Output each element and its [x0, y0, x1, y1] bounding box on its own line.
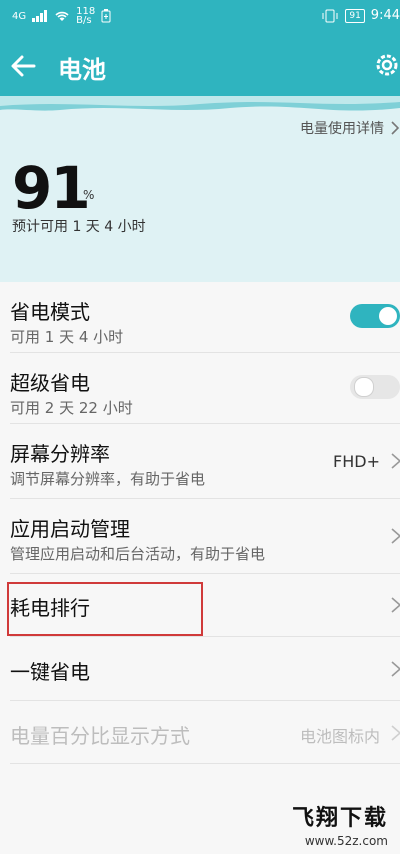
battery-summary: 电量使用详情 91 % 预计可用 1 天 4 小时 [0, 96, 400, 282]
watermark-brand: 飞翔下载 [291, 806, 388, 831]
usage-details-link[interactable]: 电量使用详情 [300, 118, 400, 138]
battery-saver-icon [101, 9, 111, 23]
chevron-right-icon [391, 453, 400, 469]
usage-details-label: 电量使用详情 [300, 121, 384, 137]
toggle-knob [354, 377, 374, 397]
screen-resolution-title: 屏幕分辨率 [10, 442, 110, 466]
screen-resolution-subtitle: 调节屏幕分辨率，有助于省电 [10, 470, 206, 488]
network-label: 4G [12, 10, 27, 22]
watermark-url: www.52z.com [304, 834, 388, 848]
row-app-launch-management[interactable]: 应用启动管理 管理应用启动和后台活动，有助于省电 [0, 499, 400, 573]
app-launch-title: 应用启动管理 [10, 517, 130, 541]
chevron-right-icon [391, 725, 400, 741]
highlight-box [7, 582, 203, 636]
status-bar: 4G 118 B/s 91 9:44 [0, 0, 400, 34]
gear-icon[interactable] [372, 50, 400, 80]
power-saving-subtitle: 可用 1 天 4 小时 [10, 328, 124, 346]
toggle-knob [379, 307, 397, 325]
row-screen-resolution[interactable]: 屏幕分辨率 调节屏幕分辨率，有助于省电 FHD+ [0, 424, 400, 498]
back-arrow-icon[interactable] [8, 50, 40, 82]
divider [10, 763, 400, 764]
clock: 9:44 [370, 8, 400, 23]
row-power-saving[interactable]: 省电模式 可用 1 天 4 小时 [0, 282, 400, 352]
app-launch-subtitle: 管理应用启动和后台活动，有助于省电 [10, 545, 266, 563]
network-speed: 118 B/s [76, 6, 96, 26]
chevron-right-icon [391, 121, 400, 135]
status-right: 91 9:44 [321, 8, 400, 23]
chevron-right-icon [391, 528, 400, 544]
row-one-key-saving[interactable]: 一键省电 [0, 637, 400, 700]
signal-icon [32, 10, 48, 22]
status-left: 4G 118 B/s [12, 6, 111, 26]
one-key-saving-title: 一键省电 [10, 660, 90, 684]
app-bar: 电池 [0, 34, 400, 96]
row-battery-percentage-display[interactable]: 电量百分比显示方式 电池图标内 [0, 701, 400, 763]
screen-resolution-value: FHD+ [333, 452, 380, 471]
wifi-icon [55, 11, 69, 21]
ultra-power-saving-subtitle: 可用 2 天 22 小时 [10, 399, 133, 417]
battery-percentage-title: 电量百分比显示方式 [10, 724, 190, 748]
power-saving-toggle[interactable] [350, 304, 400, 328]
page-title: 电池 [58, 56, 106, 84]
estimated-time: 预计可用 1 天 4 小时 [12, 219, 146, 235]
ultra-power-saving-toggle[interactable] [350, 375, 400, 399]
ultra-power-saving-title: 超级省电 [10, 371, 90, 395]
chevron-right-icon [391, 661, 400, 677]
battery-percentage-value: 电池图标内 [299, 727, 380, 746]
battery-level: 91 [345, 8, 365, 23]
power-saving-title: 省电模式 [10, 300, 90, 324]
percent-unit: % [83, 188, 95, 202]
battery-percent: 91 [12, 154, 91, 222]
row-ultra-power-saving[interactable]: 超级省电 可用 2 天 22 小时 [0, 353, 400, 423]
vibrate-icon [322, 9, 338, 22]
chevron-right-icon [391, 597, 400, 613]
